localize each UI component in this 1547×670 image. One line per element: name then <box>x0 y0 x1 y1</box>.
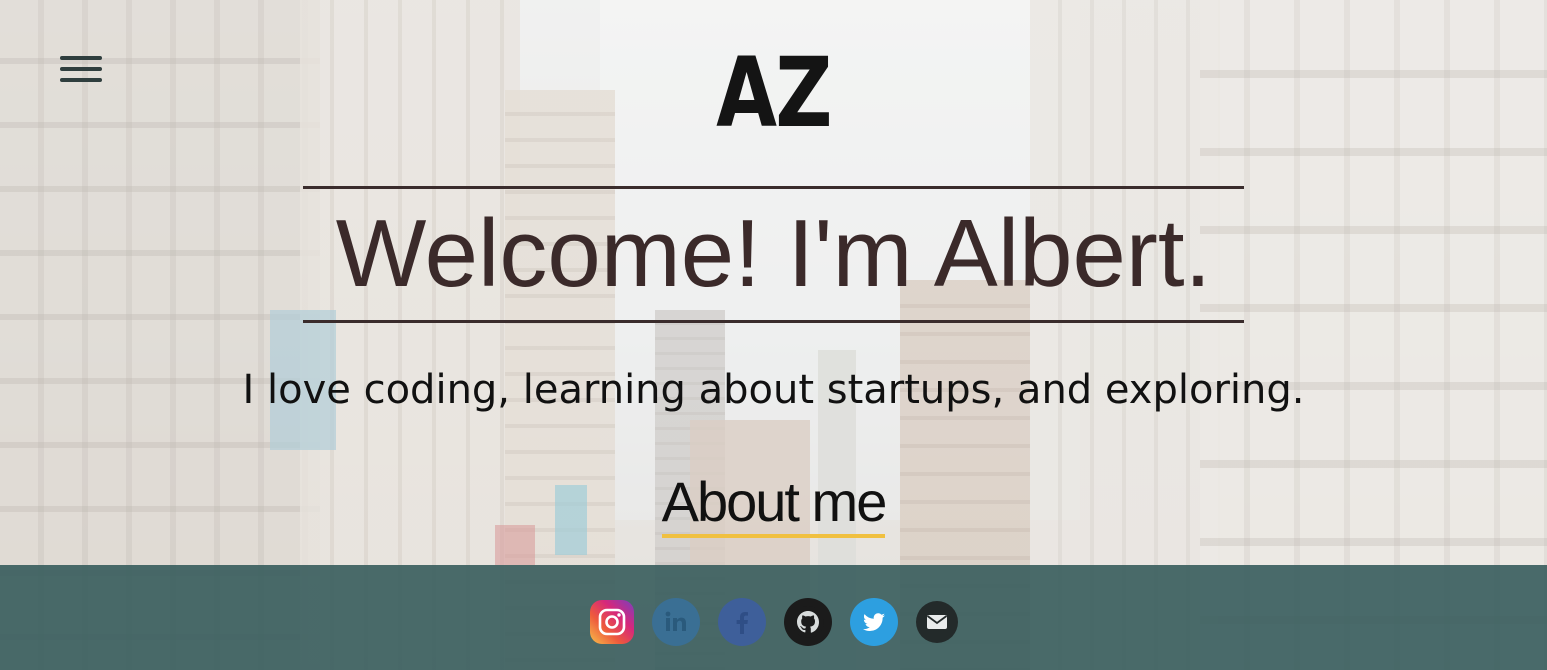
twitter-icon[interactable] <box>849 598 898 646</box>
menu-bar <box>60 67 102 71</box>
footer <box>0 565 1547 670</box>
site-logo: AZ <box>716 37 832 149</box>
email-icon[interactable] <box>915 601 958 643</box>
page-title: Welcome! I'm Albert. <box>335 200 1212 307</box>
github-icon[interactable] <box>783 598 832 646</box>
hamburger-menu-icon[interactable] <box>60 56 102 86</box>
facebook-icon[interactable] <box>717 598 766 646</box>
about-me-link[interactable]: About me <box>661 470 887 538</box>
about-link-container: About me <box>0 470 1547 538</box>
linkedin-icon[interactable] <box>651 598 700 646</box>
headline-rule-top <box>303 186 1244 189</box>
menu-bar <box>60 78 102 82</box>
tagline: I love coding, learning about startups, … <box>242 367 1305 413</box>
social-links <box>0 598 1547 646</box>
headline-rule-bottom <box>303 320 1244 323</box>
menu-bar <box>60 56 102 60</box>
instagram-icon[interactable] <box>589 600 634 644</box>
